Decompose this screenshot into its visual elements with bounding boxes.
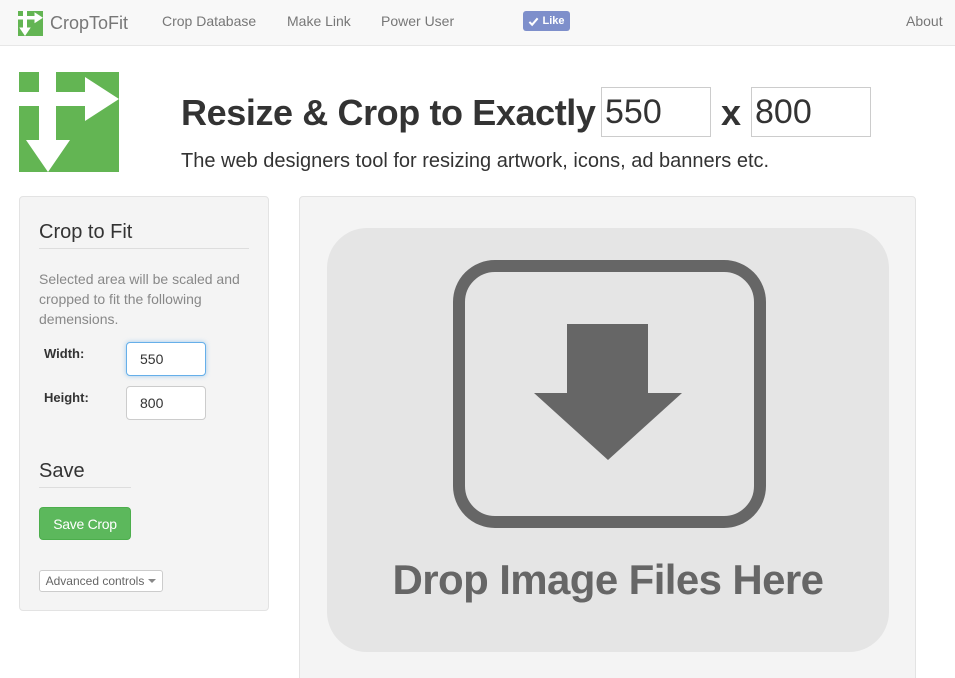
brand-name: CropToFit (50, 12, 129, 33)
height-input[interactable] (126, 386, 206, 420)
nav-crop-database[interactable]: Crop Database (162, 13, 256, 29)
croptofit-logo-icon (18, 10, 43, 36)
height-label: Height: (44, 390, 89, 405)
nav-make-link[interactable]: Make Link (287, 13, 351, 29)
caret-down-icon (148, 579, 157, 583)
header-height-input[interactable] (751, 87, 871, 137)
checkmark-icon (529, 17, 539, 26)
advanced-controls-label: Advanced controls (45, 574, 145, 588)
times-separator: x (721, 92, 742, 133)
width-label: Width: (44, 346, 85, 361)
navbar: CropToFit Crop Database Make Link Power … (0, 0, 955, 46)
download-arrow-icon (453, 260, 766, 528)
save-heading: Save (39, 460, 131, 488)
page-title: Resize & Crop to Exactly (181, 92, 596, 133)
brand-link[interactable]: CropToFit (18, 10, 128, 36)
drop-zone-text: Drop Image Files Here (392, 556, 824, 603)
tagline: The web designers tool for resizing artw… (181, 150, 770, 172)
header-width-input[interactable] (601, 87, 711, 137)
drop-zone[interactable]: Drop Image Files Here (327, 228, 889, 652)
advanced-controls-dropdown[interactable]: Advanced controls (39, 570, 163, 592)
drop-panel: Drop Image Files Here (299, 196, 916, 678)
nav-about[interactable]: About (906, 13, 943, 29)
like-label: Like (542, 15, 565, 27)
crop-settings-panel: Crop to Fit Selected area will be scaled… (19, 196, 269, 611)
save-crop-button[interactable]: Save Crop (39, 507, 131, 540)
header-logo-icon (19, 72, 119, 172)
like-button[interactable]: Like (523, 11, 570, 31)
crop-description: Selected area will be scaled and cropped… (39, 271, 240, 327)
crop-to-fit-heading: Crop to Fit (39, 221, 249, 249)
nav-power-user[interactable]: Power User (381, 13, 454, 29)
width-input[interactable] (126, 342, 206, 376)
